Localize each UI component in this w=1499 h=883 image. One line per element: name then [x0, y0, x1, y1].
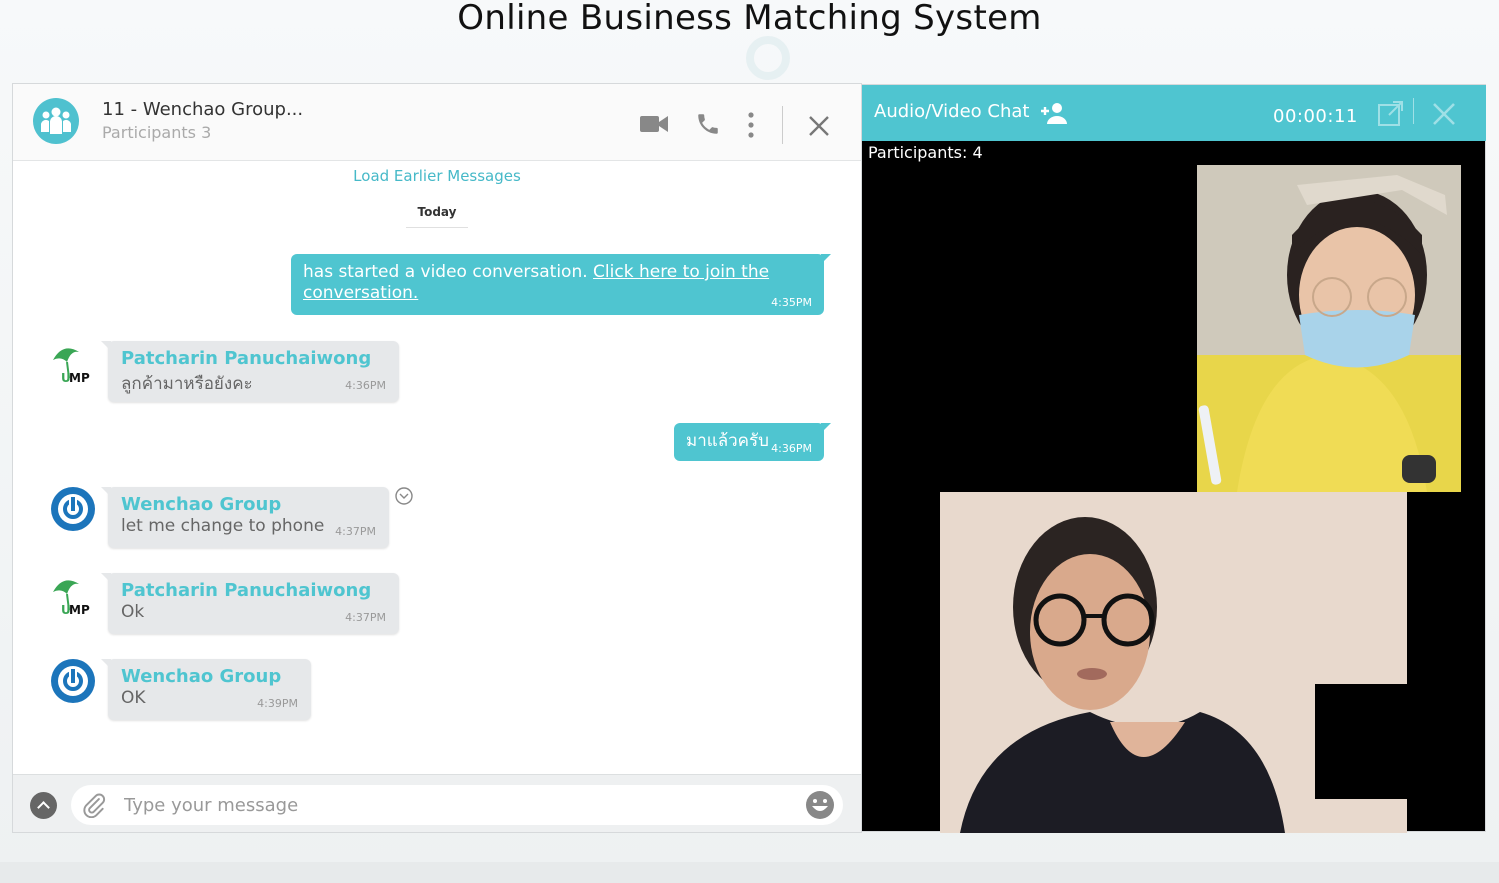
- video-chat-title: Audio/Video Chat: [874, 101, 1030, 122]
- more-options-icon[interactable]: [747, 112, 755, 142]
- background-decoration: [746, 36, 790, 80]
- load-earlier-link[interactable]: Load Earlier Messages: [13, 167, 861, 185]
- message-sender: Patcharin Panuchaiwong: [121, 348, 372, 369]
- message-text: มาแล้วครับ: [686, 431, 769, 451]
- message-bubble-incoming: Patcharin Panuchaiwong ลูกค้ามาหรือยังคะ…: [101, 341, 399, 402]
- bubble-tail: [101, 487, 111, 497]
- page-title: Online Business Matching System: [457, 0, 1042, 38]
- message-text: ลูกค้ามาหรือยังคะ: [121, 374, 253, 394]
- participant-video-feed: [1197, 165, 1461, 492]
- message-sender: Wenchao Group: [121, 494, 282, 515]
- message-input-wrapper: [71, 785, 843, 825]
- message-time: 4:35PM: [771, 296, 812, 309]
- wenchao-power-icon: [51, 487, 95, 531]
- message-bubble-outgoing: มาแล้วครับ 4:36PM: [674, 423, 831, 461]
- add-participant-icon[interactable]: [1040, 102, 1068, 128]
- bubble-tail: [101, 341, 111, 351]
- message-bubble-incoming: Wenchao Group let me change to phone 4:3…: [101, 487, 389, 548]
- footer-strip: [0, 862, 1499, 883]
- bubble-tail: [821, 423, 831, 433]
- message-text: Ok: [121, 602, 145, 622]
- close-video-icon[interactable]: [1432, 102, 1456, 130]
- ump-logo-icon: MP U: [49, 342, 93, 386]
- svg-text:U: U: [61, 603, 71, 617]
- ump-logo-icon: MP U: [49, 574, 93, 618]
- participant-video-tile[interactable]: [1197, 165, 1461, 492]
- scroll-up-button[interactable]: [30, 792, 57, 819]
- message-text: let me change to phone: [121, 516, 325, 536]
- message-composer: [13, 774, 861, 832]
- message-time: 4:39PM: [257, 697, 298, 710]
- video-chat-header: Audio/Video Chat 00:00:11: [862, 85, 1486, 141]
- message-sender: Patcharin Panuchaiwong: [121, 580, 372, 601]
- bubble-tail: [101, 659, 111, 669]
- header-divider: [782, 106, 783, 144]
- chat-header: 11 - Wenchao Group... Participants 3: [13, 84, 861, 161]
- video-overlay-block: [1315, 684, 1407, 799]
- popout-window-icon[interactable]: [1378, 100, 1404, 130]
- close-chat-icon[interactable]: [808, 115, 830, 141]
- message-options-chevron-icon[interactable]: [395, 487, 413, 509]
- chat-panel: 11 - Wenchao Group... Participants 3 Loa…: [12, 83, 862, 833]
- wenchao-power-icon: [51, 659, 95, 703]
- group-avatar-icon: [33, 98, 79, 144]
- chevron-up-icon: [37, 801, 50, 814]
- message-time: 4:36PM: [771, 442, 812, 455]
- message-list: Load Earlier Messages Today has started …: [13, 162, 861, 774]
- attach-paperclip-icon[interactable]: [81, 792, 107, 822]
- bubble-tail: [101, 573, 111, 583]
- video-call-icon[interactable]: [640, 114, 668, 138]
- header-divider: [1413, 98, 1414, 124]
- video-chat-panel: Audio/Video Chat 00:00:11 Participants: …: [862, 84, 1486, 833]
- date-divider: Today: [406, 205, 468, 228]
- svg-text:MP: MP: [69, 371, 90, 385]
- message-time: 4:36PM: [345, 379, 386, 392]
- message-sender: Wenchao Group: [121, 666, 282, 687]
- chat-participants-count: Participants 3: [102, 123, 212, 142]
- message-text: OK: [121, 688, 146, 708]
- message-bubble-incoming: Patcharin Panuchaiwong Ok 4:37PM: [101, 573, 399, 634]
- svg-text:MP: MP: [69, 603, 90, 617]
- video-participants-count: Participants: 4: [868, 143, 983, 162]
- chat-title: 11 - Wenchao Group...: [102, 99, 304, 120]
- message-time: 4:37PM: [335, 525, 376, 538]
- phone-call-icon[interactable]: [695, 111, 721, 141]
- message-time: 4:37PM: [345, 611, 386, 624]
- message-text: has started a video conversation. Click …: [303, 262, 770, 303]
- message-input[interactable]: [124, 790, 784, 820]
- message-bubble-incoming: Wenchao Group OK 4:39PM: [101, 659, 311, 720]
- svg-text:U: U: [61, 371, 71, 385]
- emoji-smiley-icon[interactable]: [805, 790, 835, 824]
- call-timer: 00:00:11: [1273, 106, 1358, 127]
- bubble-tail: [821, 254, 831, 264]
- message-bubble-outgoing: has started a video conversation. Click …: [291, 254, 831, 315]
